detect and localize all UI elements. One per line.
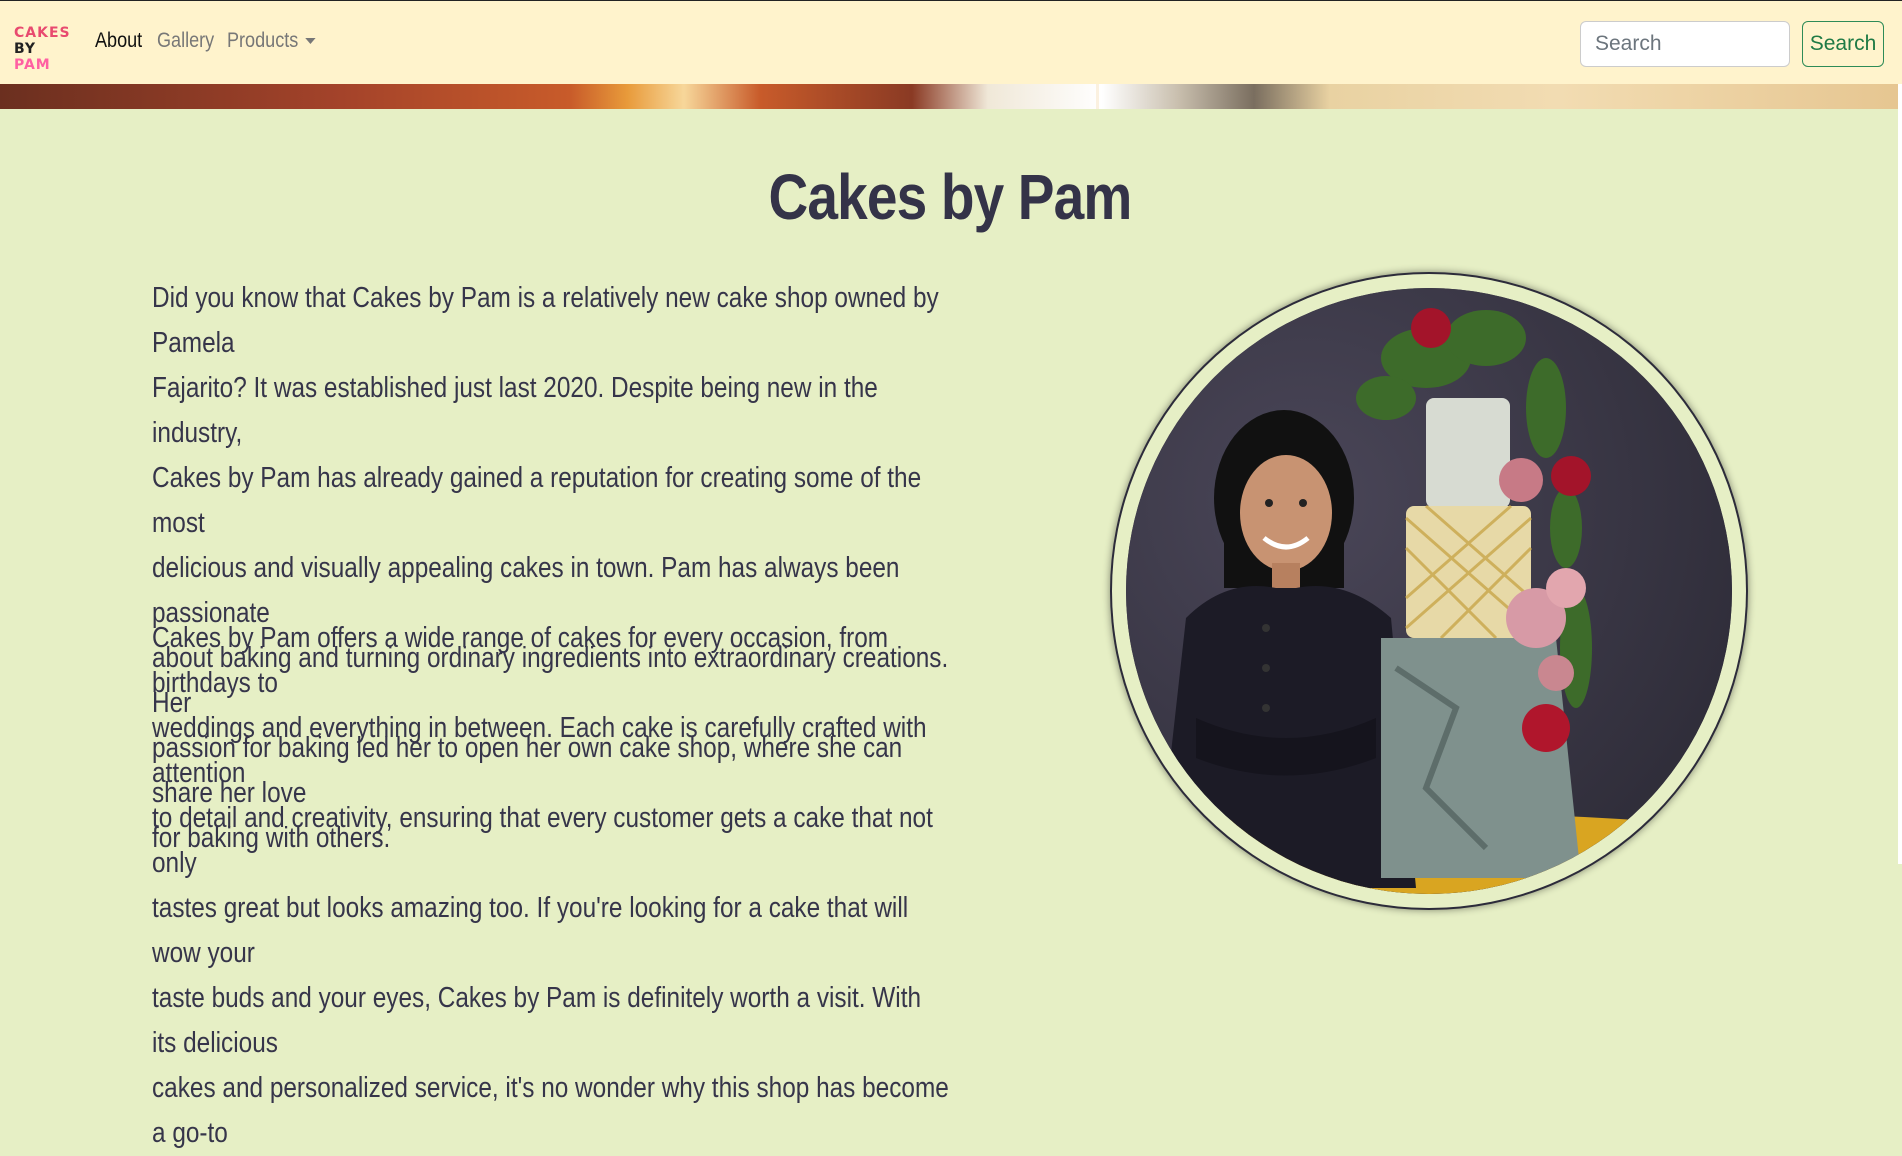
- search-input[interactable]: [1580, 21, 1790, 67]
- owner-photo-frame: [1112, 274, 1746, 908]
- navbar: CAKES BY PAM About Gallery Products Sear…: [0, 0, 1902, 84]
- nav-link-about[interactable]: About: [95, 29, 142, 53]
- about-paragraph-2: Cakes by Pam offers a wide range of cake…: [152, 622, 949, 1149]
- nav-link-gallery[interactable]: Gallery: [157, 29, 214, 53]
- banner-divider: [1096, 84, 1099, 109]
- owner-with-cake-illustration: [1126, 288, 1732, 894]
- owner-photo: [1126, 288, 1732, 894]
- page-title: Cakes by Pam: [0, 160, 1900, 234]
- brand-by: BY: [14, 41, 37, 57]
- brand-logo[interactable]: CAKES BY PAM: [14, 25, 74, 73]
- hero-banner-image: [0, 84, 1900, 109]
- nav-link-products[interactable]: Products: [227, 29, 316, 53]
- brand-pam: PAM: [14, 57, 51, 73]
- brand-line2: BY PAM: [14, 41, 74, 73]
- nav-products-label: Products: [227, 29, 299, 52]
- brand-line1: CAKES: [14, 25, 71, 41]
- page-title-text: Cakes by Pam: [768, 161, 1133, 233]
- chevron-down-icon: [305, 38, 316, 45]
- search-button[interactable]: Search: [1802, 21, 1884, 67]
